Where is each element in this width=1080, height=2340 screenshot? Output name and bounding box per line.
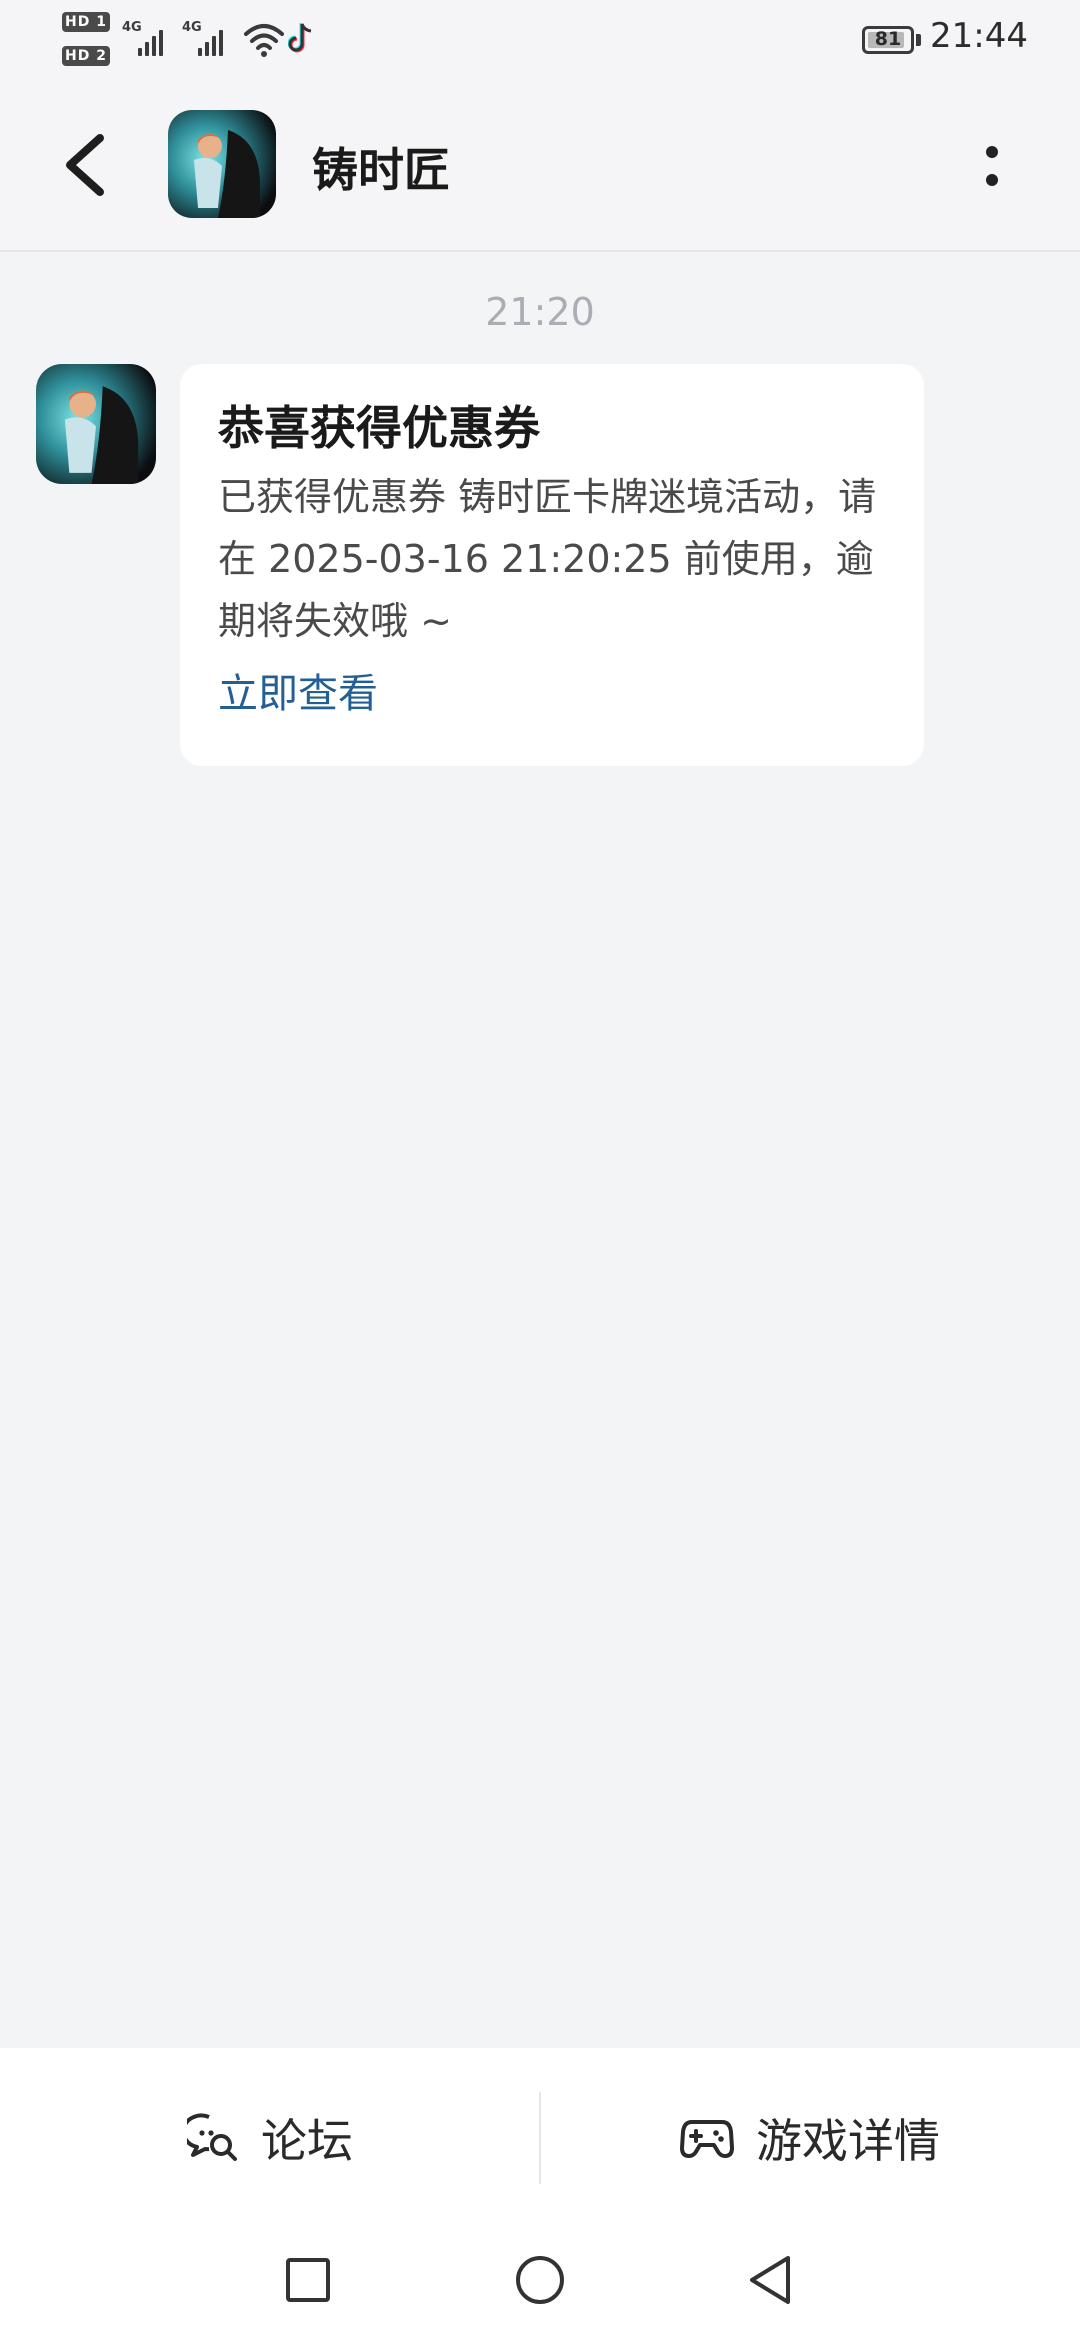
recent-apps-button[interactable] (278, 2250, 338, 2310)
status-clock: 21:44 (930, 16, 1028, 56)
battery-icon: 81 (862, 26, 914, 54)
header-title: 铸时匠 (312, 143, 450, 197)
battery-percent: 81 (874, 28, 902, 50)
back-nav-button[interactable] (742, 2250, 802, 2310)
forum-button[interactable]: 论坛 (0, 2048, 540, 2228)
square-icon (286, 2258, 330, 2302)
forum-chat-icon (187, 2113, 237, 2161)
chat-screen: HD 1 HD 2 4G 4G 81 21:44 铸时匠 21:20 恭喜获得优… (0, 0, 1080, 2340)
hd-indicators: HD 1 HD 2 (62, 12, 114, 70)
chat-header: 铸时匠 (0, 100, 1080, 230)
triangle-back-icon (750, 2256, 790, 2304)
hd2-badge: HD 2 (62, 46, 110, 66)
wifi-icon (244, 24, 284, 57)
home-button[interactable] (510, 2250, 570, 2310)
message-avatar[interactable] (36, 364, 156, 484)
battery-tip (916, 34, 921, 46)
status-bar: HD 1 HD 2 4G 4G 81 21:44 (0, 0, 1080, 80)
back-button[interactable] (50, 120, 120, 210)
contact-avatar[interactable] (168, 110, 276, 218)
message-title: 恭喜获得优惠券 (218, 401, 540, 455)
coupon-message-card: 恭喜获得优惠券 已获得优惠券 铸时匠卡牌迷境活动，请在 2025-03-16 2… (180, 364, 924, 766)
gamepad-icon (680, 2120, 734, 2158)
system-navigation-bar (0, 2228, 1080, 2340)
message-body: 已获得优惠券 铸时匠卡牌迷境活动，请在 2025-03-16 21:20:25 … (218, 475, 877, 643)
circle-icon (516, 2256, 564, 2304)
chevron-left-icon (66, 134, 104, 196)
game-details-button[interactable]: 游戏详情 (540, 2048, 1080, 2228)
view-now-link[interactable]: 立即查看 (218, 666, 378, 722)
more-vertical-icon (986, 146, 998, 158)
forum-label: 论坛 (261, 2114, 353, 2168)
tiktok-icon (288, 23, 312, 53)
bottom-action-bar: 论坛 游戏详情 (0, 2048, 1080, 2228)
game-details-label: 游戏详情 (756, 2114, 940, 2168)
more-options-button[interactable] (966, 140, 1016, 196)
hd1-badge: HD 1 (62, 12, 110, 32)
top-bar: HD 1 HD 2 4G 4G 81 21:44 铸时匠 (0, 0, 1080, 252)
message-timestamp: 21:20 (485, 290, 595, 334)
